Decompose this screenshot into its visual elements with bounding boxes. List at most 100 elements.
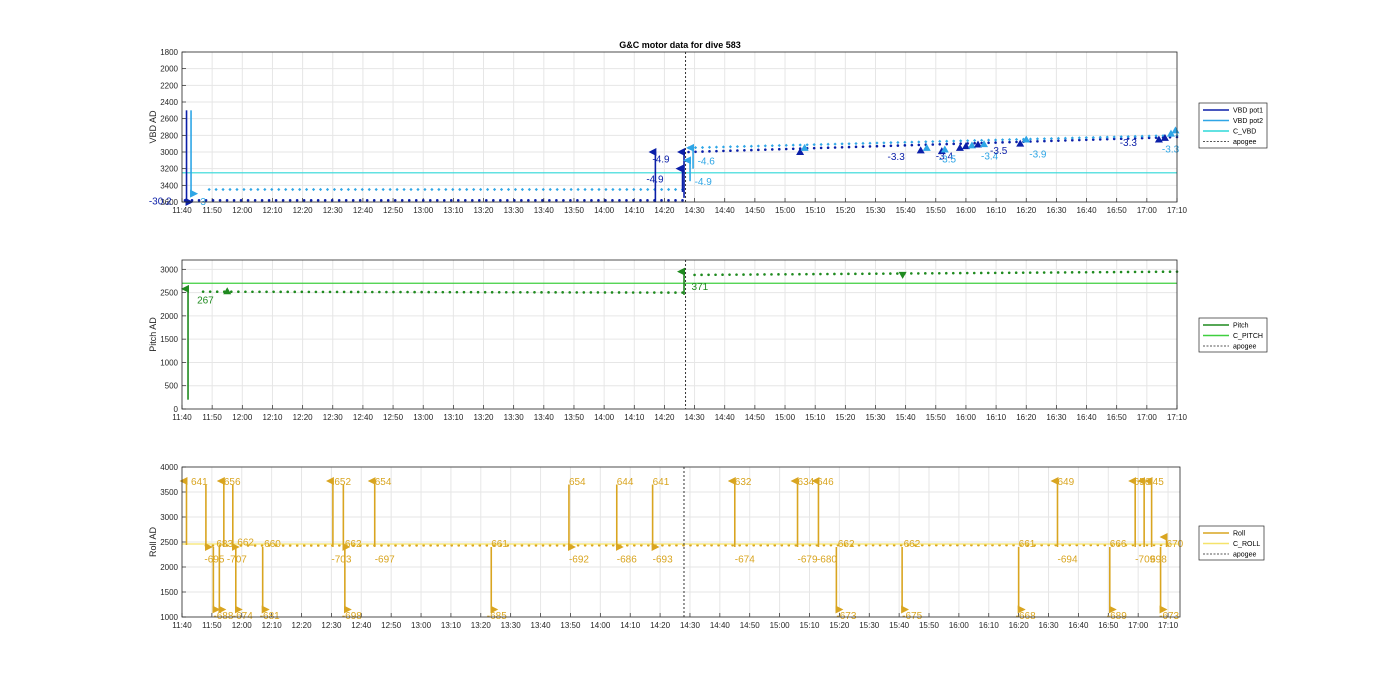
data-label: -3.5 [990,146,1008,157]
data-point [917,272,920,275]
data-point [201,290,205,293]
data-point [910,272,913,275]
data-point [561,291,564,294]
data-point [342,290,346,294]
legend-label: C_ROLL [1233,541,1260,548]
x-tick-label: 15:20 [835,206,856,215]
data-point [917,143,921,147]
data-label: -3.3 [888,152,906,163]
data-label: 654 [375,477,392,488]
data-point [632,199,635,202]
data-point [358,199,362,202]
x-tick-label: 15:00 [775,206,796,215]
y-tick-label: 2000 [160,65,178,74]
data-point [316,199,320,202]
data-point [1098,270,1102,274]
data-point [379,199,383,202]
data-point [728,273,731,276]
chart-3: 11:40 11:50 12:00 12:10 12:20 12:30 12:40 12:50… [148,463,1265,630]
data-point [281,199,285,202]
data-point [1007,271,1011,275]
x-tick-label: 13:30 [504,206,525,215]
data-point [721,273,724,277]
x-tick-label: 14:10 [624,206,645,215]
data-point [295,199,299,202]
x-tick-label: 17:10 [1158,621,1179,630]
data-point [1077,271,1081,274]
data-label: -679 [798,555,818,566]
data-point [937,271,941,275]
data-point [840,145,844,149]
data-point [548,199,551,202]
x-tick-label: 12:00 [232,621,253,630]
data-point [471,199,474,202]
data-point [639,199,642,202]
x-tick-label: 17:00 [1137,206,1158,215]
data-point [645,291,649,294]
legend: Roll C_ROLLapogee [1198,525,1265,561]
data-point [208,290,212,293]
data-point [1028,271,1032,274]
chart-1: 11:40 11:50 12:00 12:10 12:20 12:30 12:40 12:50… [148,40,1268,215]
data-point [218,199,222,202]
data-point [1035,271,1039,274]
data-label: -30.2 [149,196,172,207]
x-tick-label: 11:40 [172,206,192,215]
x-tick-label: 12:50 [381,621,402,630]
data-point [667,291,670,294]
data-point [763,273,766,276]
y-tick-label: 2400 [160,98,178,107]
x-tick-label: 17:10 [1167,206,1188,215]
data-point [441,290,445,294]
data-point [764,148,767,151]
y-tick-label: 2000 [160,312,178,321]
x-tick-label: 12:30 [323,206,344,215]
data-point [253,199,257,202]
data-label: 656 [224,477,241,488]
data-point [399,290,402,294]
data-point [526,290,529,294]
x-tick-label: 12:50 [383,413,404,422]
data-label: -680 [817,555,837,566]
y-tick-label: 1000 [160,358,178,367]
data-point [965,271,969,275]
data-point [302,199,306,202]
data-label: -688 [213,611,233,622]
x-tick-label: 14:30 [685,206,706,215]
x-tick-label: 16:20 [1009,621,1030,630]
data-point [854,272,857,276]
data-point [660,291,663,294]
data-point [707,273,710,277]
x-tick-label: 16:30 [1046,206,1067,215]
data-point [211,199,215,202]
data-point [722,149,725,153]
x-tick-label: 12:30 [323,413,344,422]
data-point [215,290,219,293]
data-point [812,146,816,150]
data-point [555,199,558,202]
data-point [861,272,864,276]
data-point [1063,271,1067,274]
data-point [562,199,565,202]
data-label: 683 [216,539,233,550]
data-point [729,149,732,153]
y-tick-label: 2000 [160,563,178,572]
data-label: -685 [487,611,507,622]
data-label: -673 [1159,611,1179,622]
data-point [1119,270,1123,274]
data-label: 641 [653,477,670,488]
data-point [994,141,997,144]
x-tick-label: 16:10 [986,413,1007,422]
x-tick-label: 16:10 [979,621,1000,630]
legend-label: C_VBD [1233,129,1256,136]
y-tick-label: 4000 [160,463,178,472]
x-tick-label: 12:20 [293,206,314,215]
data-point [958,271,962,275]
data-point [328,290,332,294]
data-label: -695 [204,555,224,566]
data-point [363,290,367,294]
x-tick-label: 11:40 [172,621,192,630]
data-point [868,145,872,148]
data-point [972,271,976,275]
data-point [660,199,663,202]
